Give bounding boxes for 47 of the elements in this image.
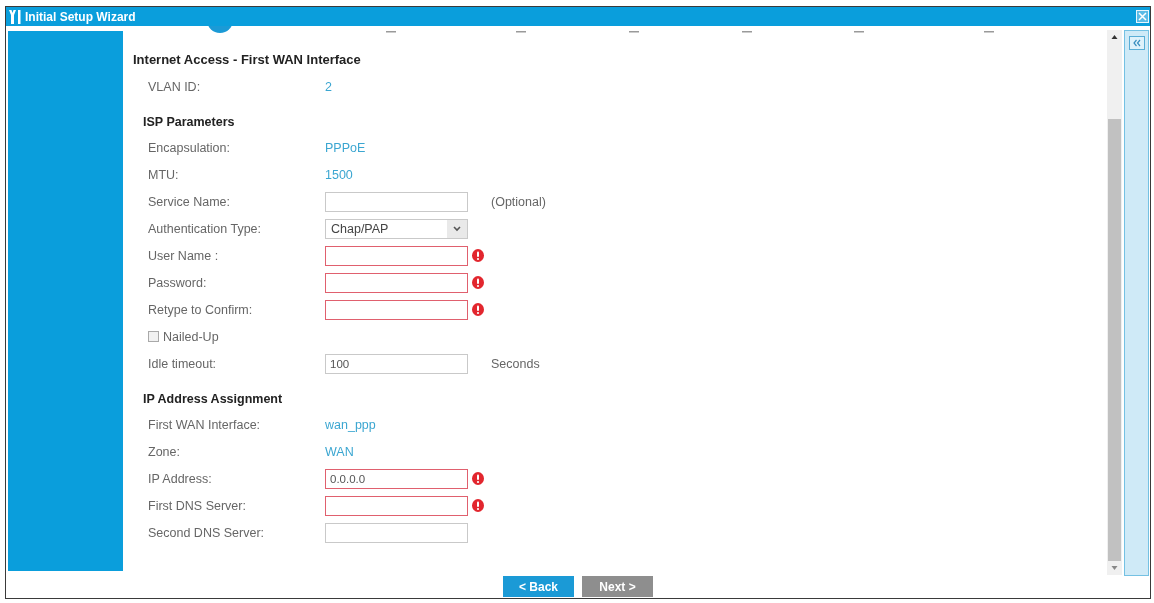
section-heading: IP Address Assignment xyxy=(143,392,283,406)
error-icon xyxy=(472,276,484,289)
text-field[interactable] xyxy=(325,191,468,212)
field-label: IP Address: xyxy=(148,471,213,486)
field-label: Service Name: xyxy=(148,194,231,209)
text-field[interactable]: 0.0.0.0 xyxy=(325,468,468,489)
field-label: Password: xyxy=(148,275,208,290)
field-label: Zone: xyxy=(148,444,181,459)
field-hint: Seconds xyxy=(491,356,540,371)
field-label: User Name : xyxy=(148,248,220,263)
field-label: First WAN Interface: xyxy=(148,417,262,432)
tools-icon xyxy=(9,9,21,24)
field-label: MTU: xyxy=(148,167,180,182)
caret-down-icon xyxy=(447,219,467,238)
text-field[interactable] xyxy=(325,272,468,293)
text-field[interactable] xyxy=(325,495,468,516)
checkbox[interactable] xyxy=(148,331,159,342)
window-title: Initial Setup Wizard xyxy=(25,9,137,24)
text-field[interactable] xyxy=(325,299,468,320)
field-label: Second DNS Server: xyxy=(148,525,266,540)
section-heading: ISP Parameters xyxy=(143,115,235,129)
error-icon xyxy=(472,249,484,262)
close-icon[interactable] xyxy=(1136,10,1149,23)
checkbox-label: Nailed-Up xyxy=(163,329,219,344)
error-icon xyxy=(472,472,484,485)
field-value: PPPoE xyxy=(325,140,366,155)
field-value: WAN xyxy=(325,444,354,459)
text-field[interactable]: 100 xyxy=(325,353,468,374)
field-label: Encapsulation: xyxy=(148,140,231,155)
field-value: 2 xyxy=(325,79,332,94)
double-chevron-left-icon[interactable] xyxy=(1128,36,1145,50)
text-field[interactable] xyxy=(325,245,468,266)
scrollbar[interactable] xyxy=(1107,30,1122,575)
text-field[interactable] xyxy=(325,522,468,543)
error-icon xyxy=(472,303,484,316)
field-value: 1500 xyxy=(325,167,353,182)
dropdown[interactable]: Chap/PAP xyxy=(325,218,468,239)
field-label: First DNS Server: xyxy=(148,498,247,513)
error-icon xyxy=(472,499,484,512)
field-label: Idle timeout: xyxy=(148,356,218,371)
field-label: Retype to Confirm: xyxy=(148,302,254,317)
field-label: Authentication Type: xyxy=(148,221,263,236)
scrollbar-thumb[interactable] xyxy=(1108,119,1121,561)
page-heading: Internet Access - First WAN Interface xyxy=(133,51,361,69)
field-hint: (Optional) xyxy=(491,194,546,209)
field-value: wan_ppp xyxy=(325,417,376,432)
field-label: VLAN ID: xyxy=(148,79,202,94)
